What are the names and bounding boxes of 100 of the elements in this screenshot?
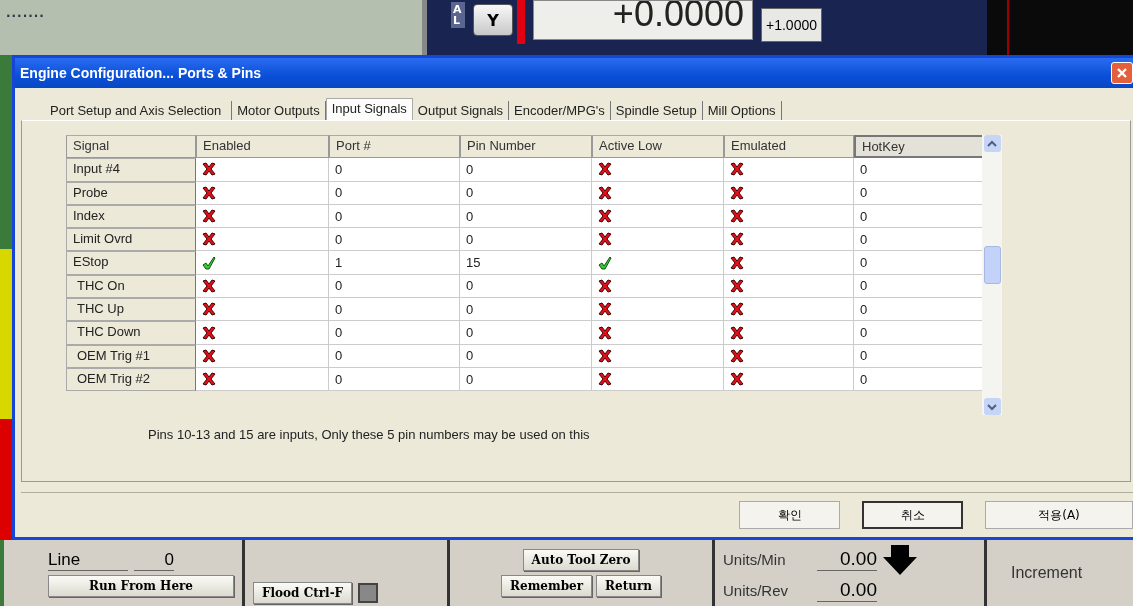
cross-icon[interactable] (202, 348, 216, 363)
marker-line (1007, 0, 1009, 55)
window-title: Engine Configuration... Ports & Pins (20, 65, 262, 81)
cross-icon[interactable] (598, 278, 612, 293)
position-readout: +0.0000 (533, 0, 753, 40)
cross-icon[interactable] (730, 209, 744, 224)
dialog-button[interactable]: 적용(A) (985, 501, 1133, 529)
row-header: OEM Trig #1 (66, 344, 196, 368)
axis-letters: A L (451, 2, 465, 28)
table-cell: 0 (460, 344, 592, 368)
cross-icon[interactable] (730, 372, 744, 387)
cross-icon[interactable] (730, 255, 744, 270)
tab[interactable]: Input Signals (325, 98, 413, 120)
table-cell: 0 (460, 298, 592, 322)
cross-icon[interactable] (202, 302, 216, 317)
units-rev-label: Units/Rev (723, 581, 790, 599)
return-button[interactable]: Return (596, 575, 661, 597)
cross-icon[interactable] (730, 325, 744, 340)
caret-up-icon (987, 139, 997, 148)
caret-down-icon (987, 402, 997, 411)
scrollbar[interactable] (982, 135, 1002, 415)
column-header[interactable]: Port # (329, 135, 460, 159)
dialog-button[interactable]: 확인 (739, 501, 840, 529)
table-cell: 0 (329, 367, 460, 392)
column-header[interactable]: Signal (66, 135, 196, 159)
scroll-thumb[interactable] (983, 246, 1001, 284)
row-header: THC Up (66, 298, 196, 322)
cross-icon[interactable] (202, 278, 216, 293)
cross-icon[interactable] (598, 348, 612, 363)
cross-icon[interactable] (730, 185, 744, 200)
row-header: THC On (66, 274, 196, 299)
cross-icon[interactable] (202, 372, 216, 387)
cross-icon[interactable] (598, 209, 612, 224)
cross-icon[interactable] (598, 185, 612, 200)
table-cell: 15 (460, 251, 592, 275)
units-min-label: Units/Min (723, 551, 787, 568)
cross-icon[interactable] (202, 162, 216, 177)
check-icon[interactable] (598, 255, 612, 270)
cross-icon[interactable] (202, 232, 216, 247)
table-cell: 0 (329, 204, 460, 229)
scroll-up-button[interactable] (983, 135, 1001, 152)
close-button[interactable] (1111, 62, 1133, 84)
table-cell: 0 (460, 158, 592, 182)
help-text: Pins 10-13 and 15 are inputs, Only these 5 pin numbers may be used on this (147, 426, 591, 442)
cross-icon[interactable] (598, 162, 612, 177)
row-header: THC Down (66, 321, 196, 345)
table-cell: 0 (460, 228, 592, 252)
units-min-value: 0.00 (817, 548, 877, 571)
down-arrow-icon (883, 544, 917, 575)
cross-icon[interactable] (730, 162, 744, 177)
row-header: EStop (66, 251, 196, 275)
check-icon[interactable] (202, 255, 216, 270)
dotted-label: ....... (6, 6, 45, 20)
row-header: Input #4 (66, 158, 196, 182)
row-header: Index (66, 204, 196, 229)
status-light (358, 583, 379, 603)
scroll-down-button[interactable] (983, 398, 1001, 415)
flood-button[interactable]: Flood Ctrl-F (253, 582, 353, 604)
auto-tool-zero-button[interactable]: Auto Tool Zero (522, 549, 640, 571)
cross-icon[interactable] (598, 325, 612, 340)
cross-icon[interactable] (730, 302, 744, 317)
table-cell: 0 (460, 367, 592, 392)
close-icon (1116, 67, 1128, 79)
row-header: Probe (66, 181, 196, 205)
axis-button[interactable]: Y (473, 4, 513, 36)
cross-icon[interactable] (202, 185, 216, 200)
table-cell: 0 (460, 274, 592, 299)
column-header[interactable]: Emulated (724, 135, 854, 159)
cross-icon[interactable] (202, 209, 216, 224)
cross-icon[interactable] (598, 372, 612, 387)
cross-icon[interactable] (598, 302, 612, 317)
table-cell: 0 (329, 298, 460, 322)
row-header: OEM Trig #2 (66, 367, 196, 392)
cross-icon[interactable] (202, 325, 216, 340)
table-cell: 0 (460, 181, 592, 205)
line-value: 0 (134, 549, 174, 571)
axis-indicator (517, 0, 525, 44)
table-cell: 0 (329, 228, 460, 252)
table-cell: 0 (329, 344, 460, 368)
column-header[interactable]: Enabled (196, 135, 329, 159)
run-from-here-button[interactable]: Run From Here (48, 574, 234, 597)
remember-button[interactable]: Remember (501, 575, 593, 597)
row-header: Limit Ovrd (66, 228, 196, 252)
dialog-button[interactable]: 취소 (862, 501, 963, 529)
table-cell: 1 (329, 251, 460, 275)
cross-icon[interactable] (730, 232, 744, 247)
column-header[interactable]: Pin Number (460, 135, 592, 159)
table-cell: 0 (460, 204, 592, 229)
scale-button[interactable]: +1.0000 (761, 8, 822, 42)
cross-icon[interactable] (730, 278, 744, 293)
table-cell: 0 (329, 158, 460, 182)
units-rev-value: 0.00 (817, 578, 877, 602)
line-label: Line (48, 549, 128, 571)
increment-label: Increment (1010, 564, 1084, 582)
table-cell: 0 (460, 321, 592, 345)
cross-icon[interactable] (730, 348, 744, 363)
table-cell: 0 (329, 321, 460, 345)
cross-icon[interactable] (598, 232, 612, 247)
column-header[interactable]: Active Low (592, 135, 724, 159)
table-cell: 0 (329, 274, 460, 299)
